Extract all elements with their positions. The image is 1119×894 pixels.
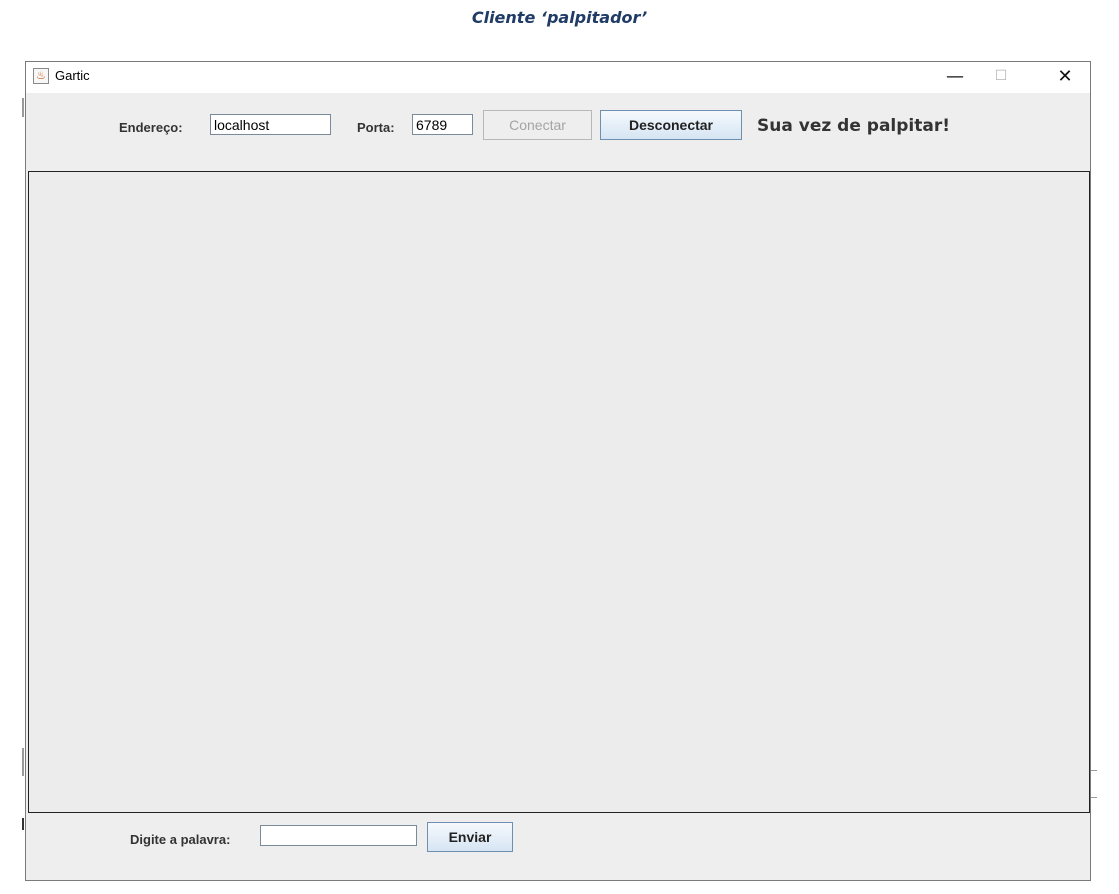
word-input[interactable] [260, 825, 417, 846]
port-input[interactable] [412, 114, 473, 135]
background-window-edge [22, 748, 24, 776]
send-button[interactable]: Enviar [427, 822, 513, 852]
disconnect-button[interactable]: Desconectar [600, 110, 742, 140]
drawing-canvas[interactable] [28, 171, 1090, 813]
title-bar[interactable]: ♨ Gartic — ☐ ✕ [26, 62, 1090, 93]
background-window-edge [1091, 770, 1097, 771]
caption: Cliente ‘palpitador’ [471, 8, 648, 27]
gartic-window: ♨ Gartic — ☐ ✕ Endereço: Porta: Conectar… [25, 61, 1091, 881]
close-button[interactable]: ✕ [1042, 62, 1088, 93]
maximize-button[interactable]: ☐ [978, 62, 1024, 93]
background-window-edge [1091, 797, 1097, 798]
connect-button[interactable]: Conectar [483, 110, 592, 140]
background-window-edge [22, 818, 24, 830]
window-title: Gartic [55, 68, 90, 83]
word-label: Digite a palavra: [130, 832, 231, 847]
port-label: Porta: [357, 120, 395, 135]
java-icon: ♨ [33, 68, 49, 84]
minimize-button[interactable]: — [932, 62, 978, 93]
background-window-edge [22, 98, 24, 117]
status-message: Sua vez de palpitar! [757, 116, 950, 136]
address-input[interactable] [210, 114, 331, 135]
address-label: Endereço: [119, 120, 183, 135]
